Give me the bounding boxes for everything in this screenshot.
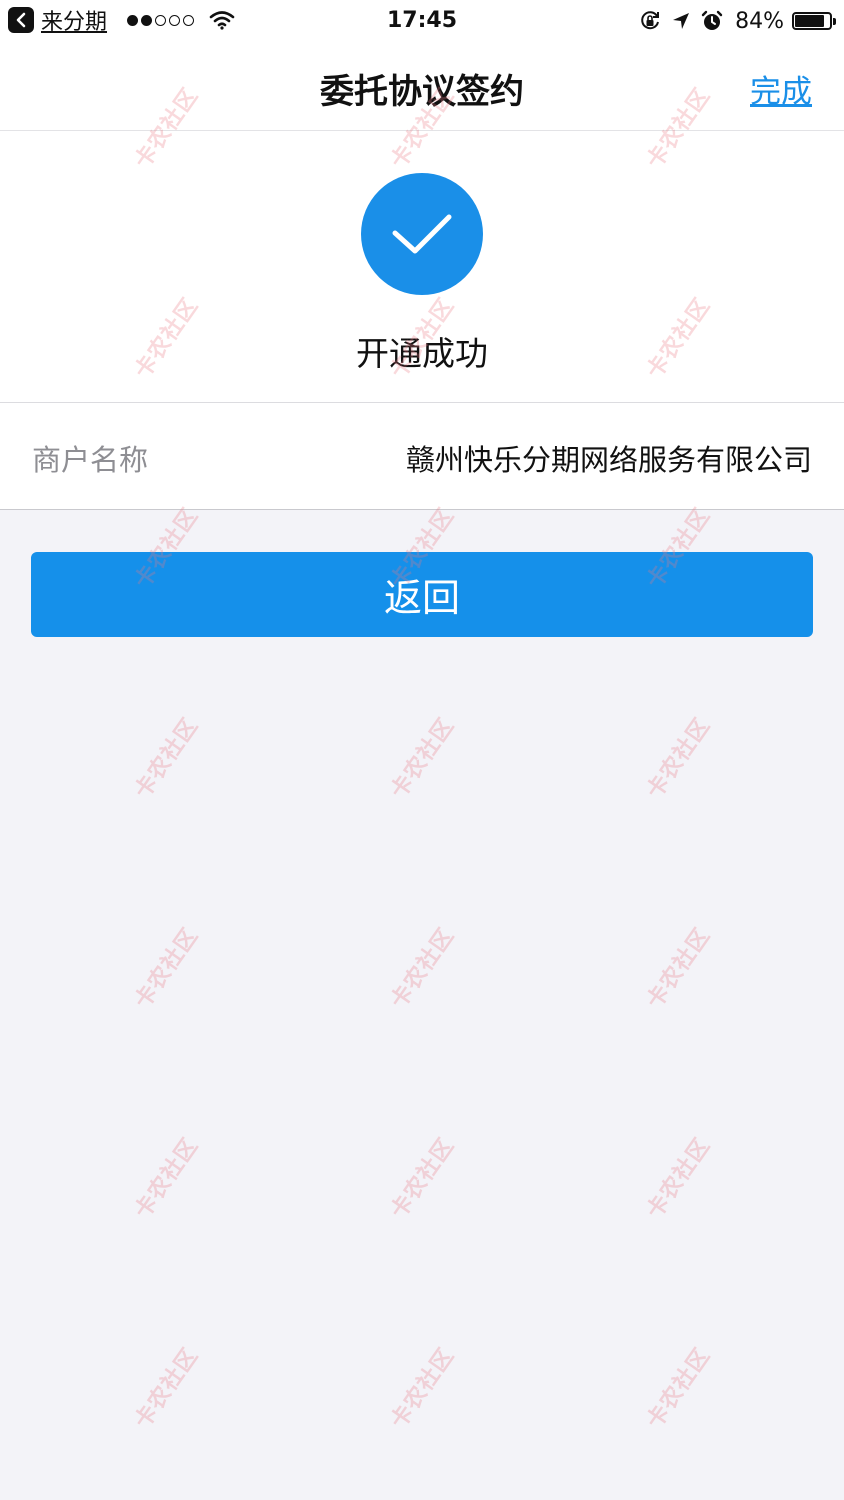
success-section: 开通成功 [0, 131, 844, 403]
return-button[interactable]: 返回 [31, 552, 813, 637]
merchant-value: 赣州快乐分期网络服务有限公司 [405, 443, 812, 477]
watermark-text: 卡农社区 [386, 713, 460, 804]
battery-icon [792, 12, 832, 30]
nav-bar: 委托协议签约 完成 [0, 42, 844, 131]
battery-percent: 84% [735, 8, 784, 34]
watermark-text: 卡农社区 [642, 1133, 716, 1224]
success-message: 开通成功 [356, 334, 488, 373]
status-bar: 来分期 17:45 84% [0, 0, 844, 42]
merchant-label: 商户名称 [32, 443, 149, 477]
watermark-text: 卡农社区 [642, 1343, 716, 1434]
watermark-text: 卡农社区 [642, 713, 716, 804]
done-button[interactable]: 完成 [750, 66, 812, 111]
location-arrow-icon [671, 11, 691, 31]
status-right: 84% [629, 6, 836, 36]
rotation-lock-icon [639, 10, 661, 32]
page-title: 委托协议签约 [320, 72, 524, 112]
battery-fill [795, 15, 824, 27]
success-check-icon [361, 173, 483, 295]
watermark-text: 卡农社区 [386, 1133, 460, 1224]
watermark-text: 卡农社区 [130, 923, 204, 1014]
watermark-text: 卡农社区 [642, 923, 716, 1014]
alarm-clock-icon [701, 10, 723, 32]
battery-tip [833, 17, 836, 25]
watermark-text: 卡农社区 [386, 1343, 460, 1434]
merchant-row: 商户名称 赣州快乐分期网络服务有限公司 [0, 403, 844, 510]
watermark-text: 卡农社区 [130, 1343, 204, 1434]
watermark-text: 卡农社区 [130, 1133, 204, 1224]
watermark-text: 卡农社区 [130, 713, 204, 804]
watermark-text: 卡农社区 [386, 923, 460, 1014]
